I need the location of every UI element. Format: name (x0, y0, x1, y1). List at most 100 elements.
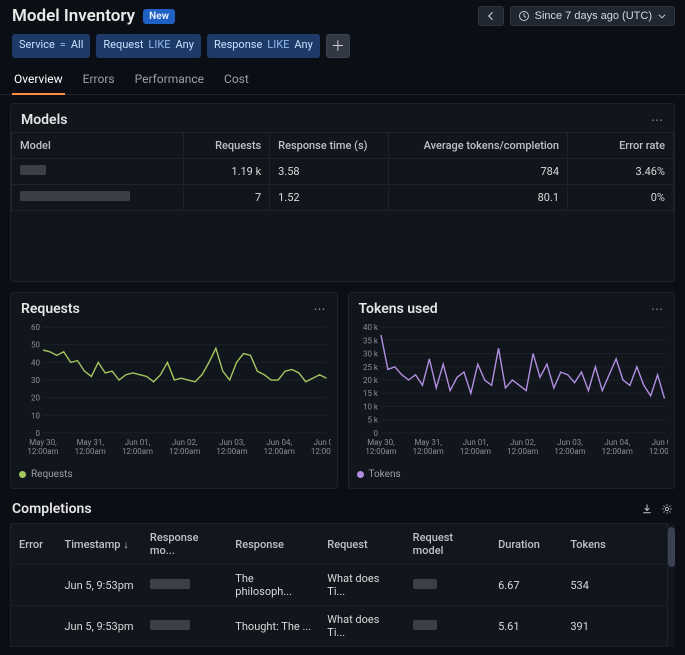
col-err[interactable]: Error rate (568, 133, 674, 159)
timerange-button[interactable]: Since 7 days ago (UTC) (510, 6, 675, 26)
col-requests[interactable]: Requests (184, 133, 270, 159)
table-row[interactable]: 1.19 k 3.58 784 3.46% (12, 159, 674, 185)
panel-menu-requests[interactable]: ⋯ (314, 302, 327, 316)
svg-text:Jun 02,: Jun 02, (172, 438, 198, 447)
chevron-down-icon (657, 10, 667, 22)
gear-icon[interactable] (661, 503, 673, 515)
col-model[interactable]: Model (12, 133, 184, 159)
tab-bar: Overview Errors Performance Cost (0, 66, 685, 95)
timerange-label: Since 7 days ago (UTC) (535, 10, 652, 22)
svg-text:12:00am: 12:00am (507, 447, 538, 456)
svg-text:12:00am: 12:00am (365, 447, 396, 456)
plus-icon: ＋ (331, 36, 345, 56)
svg-text:0: 0 (373, 429, 378, 438)
col-response[interactable]: Response (227, 524, 319, 565)
table-row[interactable]: Jun 5, 9:53pm The philosoph... What does… (11, 565, 668, 606)
svg-text:20 k: 20 k (362, 376, 378, 385)
panel-menu-tokens[interactable]: ⋯ (651, 302, 664, 316)
table-row[interactable]: 7 1.52 80.1 0% (12, 185, 674, 211)
svg-text:12:00am: 12:00am (648, 447, 668, 456)
svg-text:12:00am: 12:00am (412, 447, 443, 456)
redacted-model (413, 579, 437, 589)
completions-table: Error Timestamp ↓ Response mo... Respons… (10, 523, 668, 647)
svg-text:5 k: 5 k (367, 416, 378, 425)
redacted-model (20, 191, 130, 201)
panel-menu-models[interactable]: ⋯ (651, 113, 664, 127)
legend-swatch (357, 471, 364, 478)
scrollbar[interactable] (668, 523, 675, 647)
download-icon[interactable] (641, 503, 653, 515)
requests-panel: Requests ⋯ 0102030405060May 30,12:00amMa… (10, 292, 338, 489)
tab-overview[interactable]: Overview (12, 66, 65, 95)
svg-text:35 k: 35 k (362, 336, 378, 345)
svg-text:12:00am: 12:00am (264, 447, 295, 456)
svg-text:10 k: 10 k (362, 402, 378, 411)
requests-chart[interactable]: 0102030405060May 30,12:00amMay 31,12:00a… (19, 321, 331, 461)
models-title: Models (21, 112, 67, 128)
col-tokens[interactable]: Tokens (562, 524, 667, 565)
col-request-model[interactable]: Request model (405, 524, 490, 565)
svg-text:Jun 01,: Jun 01, (125, 438, 151, 447)
svg-text:12:00am: 12:00am (122, 447, 153, 456)
svg-text:60: 60 (31, 323, 40, 332)
svg-text:25 k: 25 k (362, 363, 378, 372)
svg-text:10: 10 (31, 411, 40, 420)
svg-text:12:00am: 12:00am (554, 447, 585, 456)
svg-text:30 k: 30 k (362, 350, 378, 359)
redacted-model (20, 165, 46, 175)
filter-chip-response[interactable]: Response LIKE Any (207, 34, 320, 58)
tab-errors[interactable]: Errors (81, 66, 117, 94)
requests-legend: Requests (11, 467, 337, 488)
add-filter-button[interactable]: ＋ (326, 34, 350, 58)
svg-text:May 31,: May 31, (76, 438, 104, 447)
svg-text:Jun 04,: Jun 04, (604, 438, 630, 447)
svg-text:0: 0 (35, 429, 40, 438)
svg-text:Jun 03,: Jun 03, (557, 438, 583, 447)
svg-text:Jun 05,: Jun 05, (314, 438, 331, 447)
col-error[interactable]: Error (11, 524, 57, 565)
svg-text:Jun 05,: Jun 05, (651, 438, 668, 447)
col-request[interactable]: Request (319, 524, 404, 565)
svg-text:May 30,: May 30, (29, 438, 57, 447)
redacted-model (150, 579, 190, 589)
svg-text:40 k: 40 k (362, 323, 378, 332)
svg-text:12:00am: 12:00am (311, 447, 331, 456)
svg-text:12:00am: 12:00am (459, 447, 490, 456)
svg-text:15 k: 15 k (362, 389, 378, 398)
models-panel: Models ⋯ Model Requests Response time (s… (10, 103, 675, 282)
tokens-title: Tokens used (359, 301, 438, 317)
tokens-legend: Tokens (349, 467, 675, 488)
svg-text:12:00am: 12:00am (75, 447, 106, 456)
svg-text:50: 50 (31, 341, 40, 350)
tokens-panel: Tokens used ⋯ 0 5 k 10 k 15 k 20 k 25 k 30 k 35… (348, 292, 676, 489)
svg-text:12:00am: 12:00am (216, 447, 247, 456)
legend-swatch (19, 471, 26, 478)
svg-text:Jun 02,: Jun 02, (509, 438, 535, 447)
chevron-left-icon (485, 10, 497, 22)
svg-text:Jun 03,: Jun 03, (219, 438, 245, 447)
filter-chip-service[interactable]: Service = All (12, 34, 90, 58)
col-avgtok[interactable]: Average tokens/completion (389, 133, 568, 159)
svg-text:30: 30 (31, 376, 40, 385)
timerange-back-button[interactable] (478, 6, 504, 26)
table-row[interactable]: Jun 5, 9:53pm Thought: The ... What does… (11, 606, 668, 647)
tab-performance[interactable]: Performance (133, 66, 206, 94)
svg-text:40: 40 (31, 358, 40, 367)
col-duration[interactable]: Duration (490, 524, 562, 565)
col-rtime[interactable]: Response time (s) (270, 133, 389, 159)
filter-chip-request[interactable]: Request LIKE Any (96, 34, 201, 58)
svg-text:May 31,: May 31, (414, 438, 442, 447)
svg-text:20: 20 (31, 394, 40, 403)
col-response-model[interactable]: Response mo... (142, 524, 227, 565)
completions-title: Completions (12, 501, 92, 517)
col-timestamp[interactable]: Timestamp ↓ (56, 524, 141, 565)
svg-text:12:00am: 12:00am (27, 447, 58, 456)
clock-icon (518, 10, 530, 22)
tokens-chart[interactable]: 05 k10 k15 k20 k25 k30 k35 k40 kMay 30,1… (357, 321, 669, 461)
svg-text:12:00am: 12:00am (601, 447, 632, 456)
svg-text:Jun 04,: Jun 04, (266, 438, 292, 447)
models-table: Model Requests Response time (s) Average… (11, 132, 674, 211)
svg-text:May 30,: May 30, (367, 438, 395, 447)
tab-cost[interactable]: Cost (222, 66, 251, 94)
svg-text:12:00am: 12:00am (169, 447, 200, 456)
